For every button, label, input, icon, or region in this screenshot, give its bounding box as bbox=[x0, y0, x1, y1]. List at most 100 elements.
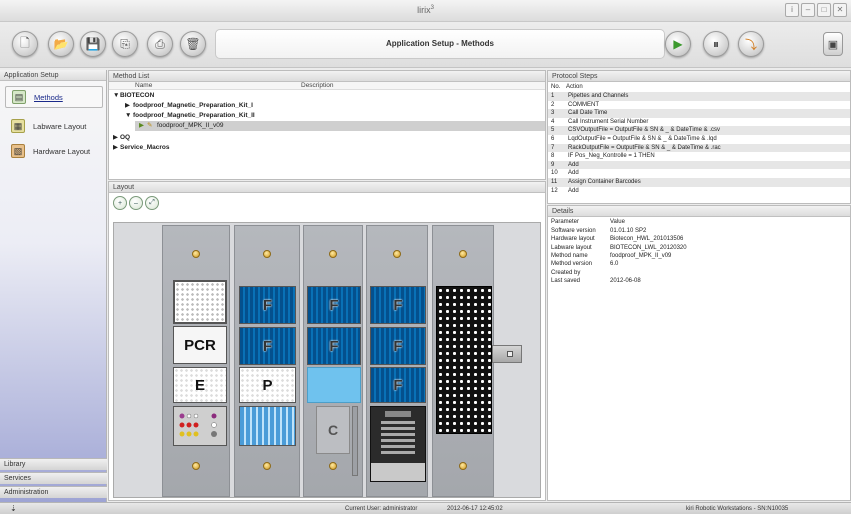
labware-plate-f[interactable]: F bbox=[370, 327, 426, 365]
labware-plate-e[interactable]: E bbox=[173, 367, 227, 403]
sidebar-item-label: Labware Layout bbox=[33, 121, 87, 131]
labware-c-block[interactable]: C bbox=[316, 406, 350, 454]
protocol-step-row[interactable]: 4 Call Instrument Serial Number bbox=[548, 118, 850, 127]
current-user: Current User: administrator bbox=[345, 506, 418, 512]
zoom-in-button[interactable]: + bbox=[113, 196, 127, 210]
labware-plate-f[interactable]: F bbox=[239, 286, 296, 324]
toolbar: 🗋 📂 💾 ⎘ ⎙ 🗑 Application Setup - Methods … bbox=[0, 22, 851, 68]
deck-position-5[interactable] bbox=[432, 225, 494, 497]
tree-item-label: foodproof_Magnetic_Preparation_Kit_II bbox=[133, 112, 255, 119]
sidebar-item-label: Hardware Layout bbox=[33, 146, 91, 156]
plate-label: E bbox=[194, 376, 205, 394]
rack-knob bbox=[459, 250, 467, 258]
protocol-step-row[interactable]: 9 Add bbox=[548, 160, 850, 170]
tree-item[interactable]: ▼ BIOTECON bbox=[109, 91, 545, 101]
plate-label: F bbox=[393, 376, 403, 394]
zoom-out-icon: – bbox=[134, 199, 138, 207]
expand-icon[interactable]: ▶ bbox=[113, 143, 118, 153]
sidebar-item-methods[interactable]: ▤ Methods bbox=[5, 86, 103, 108]
run-button[interactable]: ▶ bbox=[665, 31, 691, 57]
zoom-fit-icon: ⤢ bbox=[149, 199, 155, 206]
protocol-header: Protocol Steps bbox=[548, 71, 850, 82]
protocol-step-row[interactable]: 1 Pipettes and Channels bbox=[548, 92, 850, 101]
labware-plate-f[interactable]: F bbox=[307, 327, 361, 365]
protocol-step-row[interactable]: 11 Assign Container Barcodes bbox=[548, 178, 850, 187]
sidebar-item-labware-layout[interactable]: ▦ Labware Layout bbox=[5, 115, 103, 137]
deck-position-4[interactable]: F F F bbox=[366, 225, 428, 497]
protocol-step-row[interactable]: 7 RackOutputFile = OutputFile & SN & _ & … bbox=[548, 143, 850, 153]
minimize-button[interactable]: – bbox=[801, 3, 815, 17]
zoom-out-button[interactable]: – bbox=[129, 196, 143, 210]
expand-icon[interactable]: ▼ bbox=[113, 91, 119, 101]
protocol-step-row[interactable]: 6 LqdOutputFile = OutputFile & SN & _ & D… bbox=[548, 135, 850, 144]
labware-plate-f[interactable]: F bbox=[239, 327, 296, 365]
labware-tip-rack[interactable] bbox=[436, 286, 492, 434]
device-button[interactable]: ▣ bbox=[823, 32, 843, 56]
labware-reservoir[interactable] bbox=[307, 367, 361, 403]
rack-knob bbox=[263, 462, 271, 470]
labware-plate-p[interactable]: P bbox=[239, 367, 296, 403]
labware-plate-f[interactable]: F bbox=[307, 286, 361, 324]
method-list-panel: Method List Name Description ▼ BIOTECON … bbox=[108, 70, 546, 180]
play-icon: ▶ bbox=[673, 37, 683, 51]
expand-icon[interactable]: ▶ bbox=[125, 101, 130, 111]
protocol-step-row[interactable]: 8 IF Pos_Neg_Kontrolle = 1 THEN bbox=[548, 152, 850, 161]
new-file-button[interactable]: 🗋 bbox=[12, 31, 38, 57]
save-as-button[interactable]: ⎘ bbox=[112, 31, 138, 57]
tree-item[interactable]: ▶ OQ bbox=[109, 133, 545, 143]
protocol-step-row[interactable]: 2 COMMENT bbox=[548, 101, 850, 110]
step-button[interactable]: ⤵ bbox=[738, 31, 764, 57]
deck-position-3[interactable]: F F C bbox=[303, 225, 363, 497]
sidebar-section-services[interactable]: Services bbox=[0, 472, 107, 484]
protocol-step-row[interactable]: 10 Add bbox=[548, 169, 850, 178]
step-action: IF Pos_Neg_Kontrolle = 1 THEN bbox=[568, 153, 655, 160]
step-number: 8 bbox=[551, 153, 555, 160]
print-button[interactable]: ⎙ bbox=[147, 31, 173, 57]
pause-button[interactable]: ⏸ bbox=[703, 31, 729, 57]
tree-item[interactable]: ▶ Service_Macros bbox=[109, 143, 545, 153]
tree-item[interactable]: ▶ foodproof_Magnetic_Preparation_Kit_I bbox=[109, 101, 545, 111]
rack-knob bbox=[329, 462, 337, 470]
delete-button[interactable]: 🗑 bbox=[180, 31, 206, 57]
printer-icon: ⎙ bbox=[155, 36, 165, 51]
labware-plate-96[interactable] bbox=[173, 280, 227, 324]
labware-magnetic-separator[interactable] bbox=[370, 406, 426, 482]
rack-knob bbox=[192, 250, 200, 258]
protocol-step-row[interactable]: 5 CSVOutputFile = OutputFile & SN & _ & D… bbox=[548, 126, 850, 135]
labware-plate-f[interactable]: F bbox=[370, 367, 426, 403]
labware-plate-f[interactable]: F bbox=[370, 286, 426, 324]
close-button[interactable]: ✕ bbox=[833, 3, 847, 17]
step-number: 4 bbox=[551, 118, 555, 125]
worktable-deck: PCR E F F P F F C F F F bbox=[113, 222, 541, 498]
trash-icon: 🗑 bbox=[185, 37, 201, 51]
step-action: Pipettes and Channels bbox=[568, 93, 629, 99]
detail-value: foodproof_MPK_II_v09 bbox=[610, 252, 672, 259]
protocol-step-row[interactable]: 12 Add bbox=[548, 187, 850, 196]
sidebar-section-administration[interactable]: Administration bbox=[0, 486, 107, 498]
protocol-step-row[interactable]: 3 Call Date Time bbox=[548, 109, 850, 118]
status-bar: ⇣ Current User: administrator 2012-06-17… bbox=[0, 502, 851, 514]
tree-item[interactable]: ▼ foodproof_Magnetic_Preparation_Kit_II bbox=[109, 111, 545, 121]
sidebar-item-hardware-layout[interactable]: ▧ Hardware Layout bbox=[5, 140, 103, 162]
info-button[interactable]: i bbox=[785, 3, 799, 17]
labware-trough[interactable] bbox=[239, 406, 296, 446]
labware-reagent-rack[interactable] bbox=[173, 406, 227, 446]
maximize-button[interactable]: □ bbox=[817, 3, 831, 17]
deck-position-2[interactable]: F F P bbox=[234, 225, 300, 497]
detail-parameter: Last saved bbox=[551, 277, 581, 284]
step-action: Add bbox=[568, 187, 579, 194]
deck-position-1[interactable]: PCR E bbox=[162, 225, 230, 497]
zoom-fit-button[interactable]: ⤢ bbox=[145, 196, 159, 210]
expand-icon[interactable]: ▶ bbox=[113, 133, 118, 143]
expand-icon[interactable]: ▶ bbox=[139, 121, 144, 131]
step-action: LqdOutputFile = OutputFile & SN & _ & Da… bbox=[568, 136, 717, 142]
expand-icon[interactable]: ▼ bbox=[125, 111, 131, 121]
labware-plate-pcr[interactable]: PCR bbox=[173, 326, 227, 364]
sidebar-section-library[interactable]: Library bbox=[0, 458, 107, 470]
detail-parameter: Method version bbox=[551, 261, 593, 268]
save-button[interactable]: 💾 bbox=[80, 31, 106, 57]
gripper-handle[interactable] bbox=[492, 345, 522, 363]
tree-item-selected[interactable]: ▶ ✎ foodproof_MPK_II_v09 bbox=[109, 121, 545, 131]
open-button[interactable]: 📂 bbox=[48, 31, 74, 57]
method-list-header: Method List bbox=[109, 71, 545, 82]
